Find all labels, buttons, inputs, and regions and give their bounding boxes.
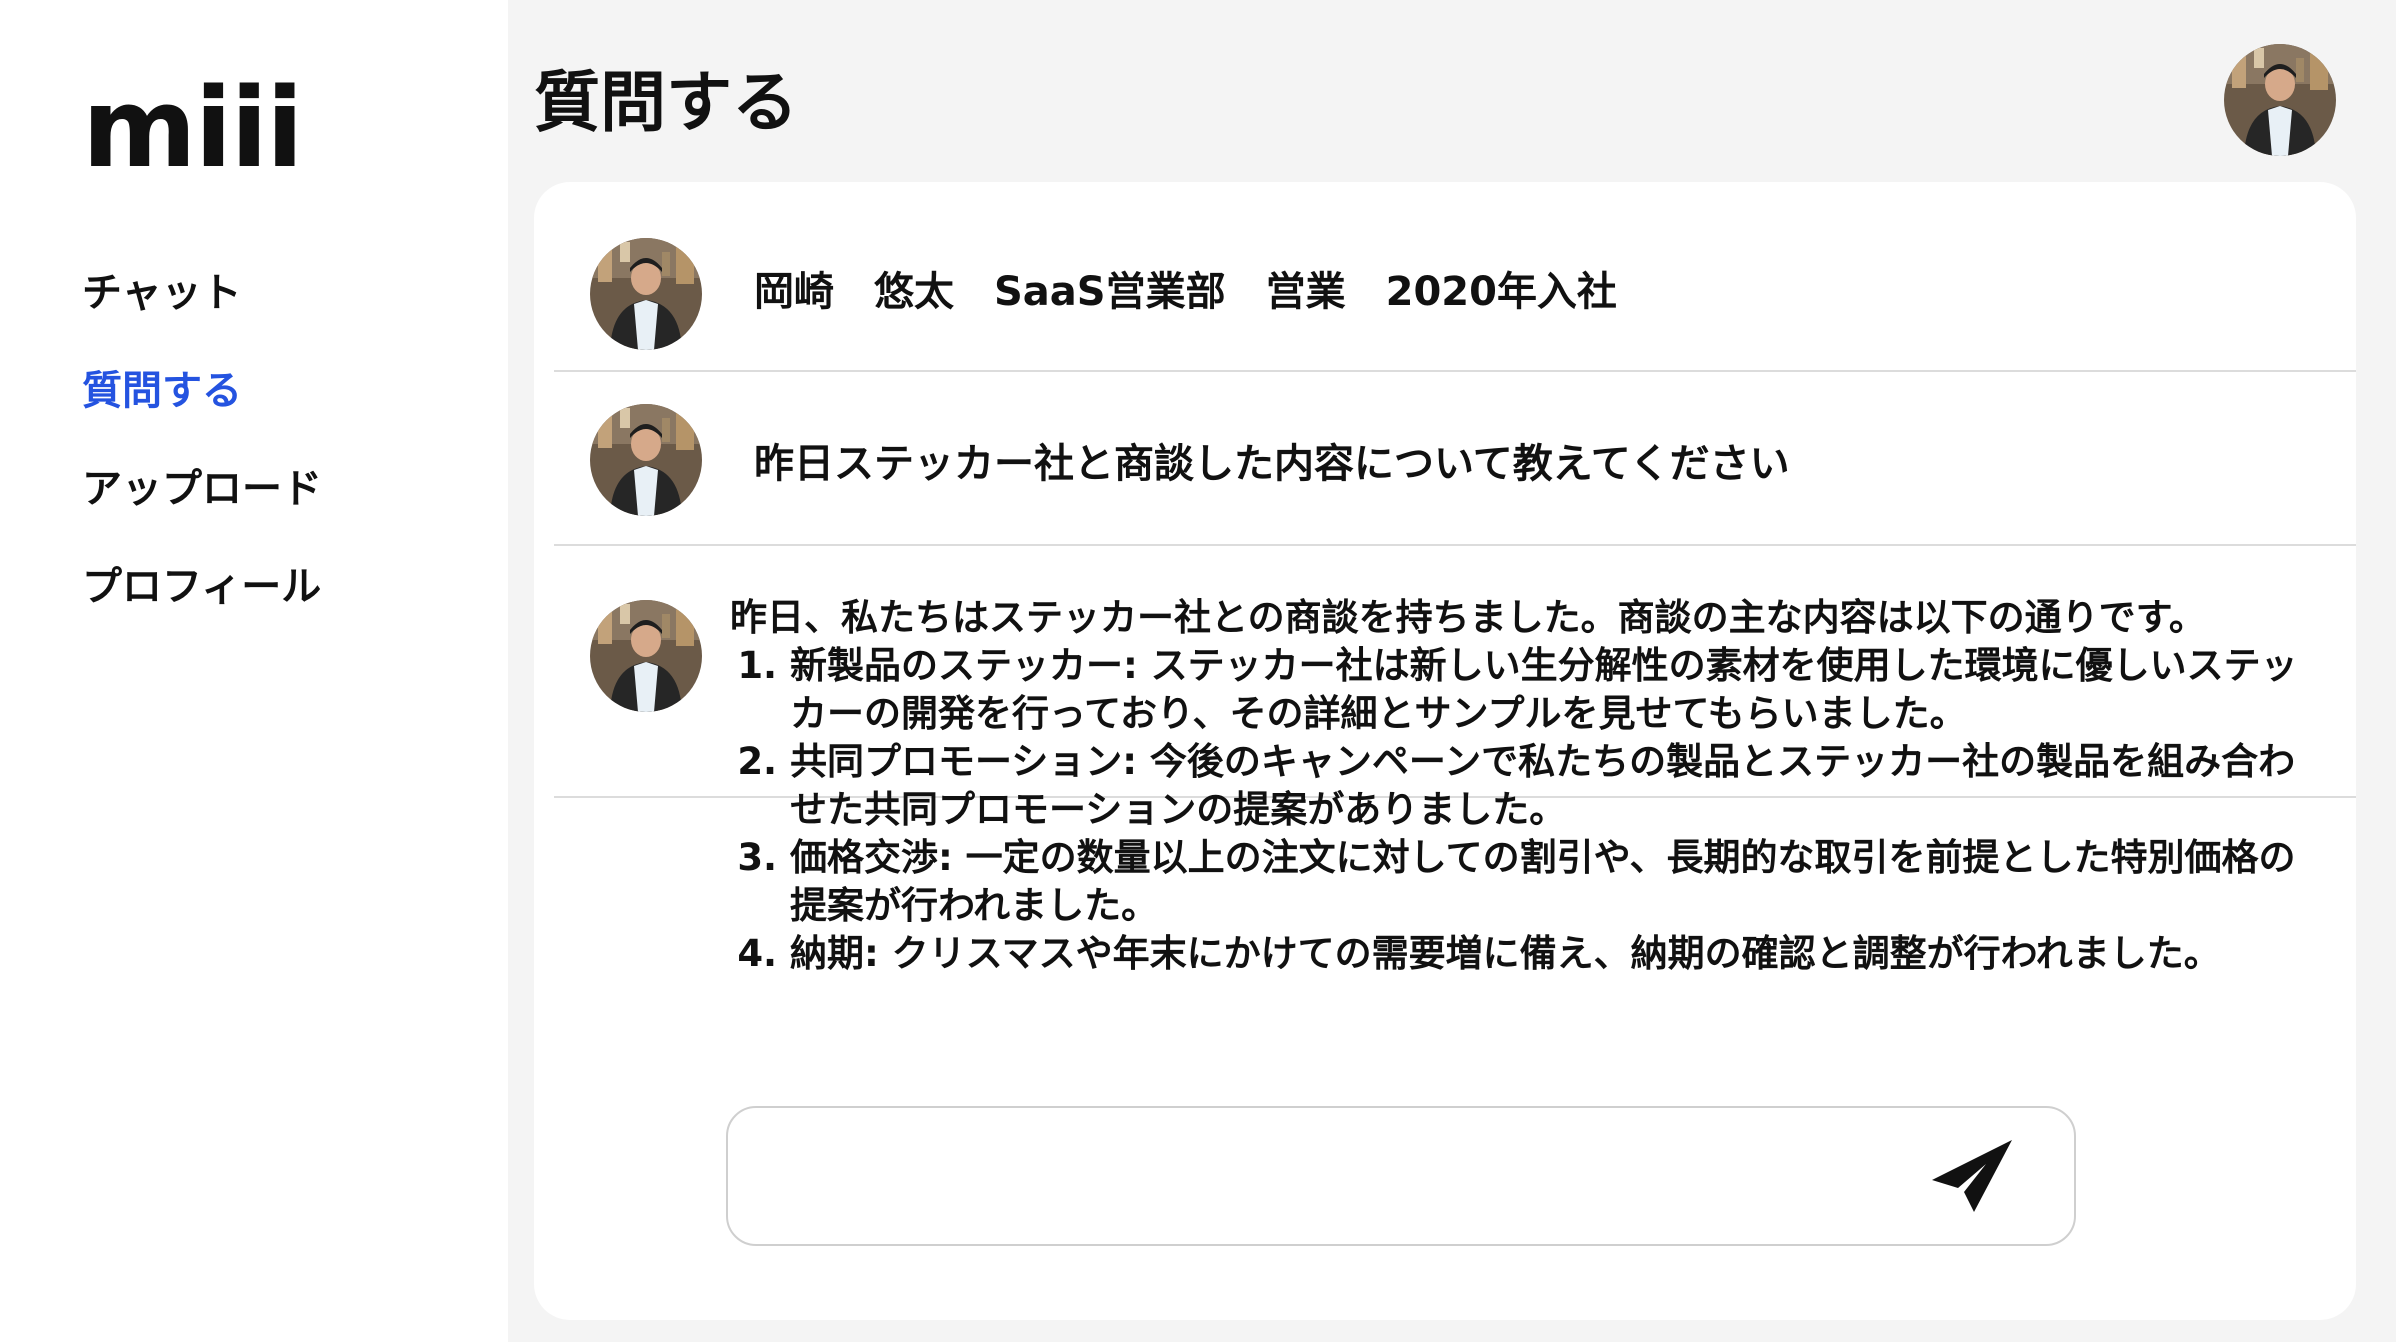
user-avatar[interactable] <box>2224 44 2336 156</box>
divider <box>554 544 2356 546</box>
sidebar-nav: チャット 質問する アップロード プロフィール <box>82 262 322 654</box>
answer-message: 昨日、私たちはステッカー社との商談を持ちました。商談の主な内容は以下の通りです。… <box>730 594 2310 978</box>
send-icon <box>1932 1140 2012 1212</box>
profile-avatar <box>590 238 702 350</box>
profile-info: 岡崎 悠太 SaaS営業部 営業 2020年入社 <box>754 264 1657 320</box>
avatar-photo-icon <box>590 238 702 350</box>
list-item: 共同プロモーション: 今後のキャンペーンで私たちの製品とステッカー社の製品を組み… <box>790 738 2310 834</box>
send-button[interactable] <box>1928 1136 2018 1216</box>
sidebar: miii チャット 質問する アップロード プロフィール <box>0 0 508 1342</box>
sidebar-item-upload[interactable]: アップロード <box>82 458 322 556</box>
answer-intro: 昨日、私たちはステッカー社との商談を持ちました。商談の主な内容は以下の通りです。 <box>730 596 2206 639</box>
question-avatar <box>590 404 702 516</box>
avatar-photo-icon <box>590 404 702 516</box>
app-logo[interactable]: miii <box>82 58 304 198</box>
profile-role: 営業 <box>1265 269 1346 315</box>
sidebar-item-chat[interactable]: チャット <box>82 262 322 360</box>
chat-card: 岡崎 悠太 SaaS営業部 営業 2020年入社 昨日ステッカー社と商談した内容につい… <box>534 182 2356 1320</box>
message-input[interactable] <box>758 1138 1862 1216</box>
sidebar-item-profile[interactable]: プロフィール <box>82 556 322 654</box>
answer-avatar <box>590 600 702 712</box>
message-composer <box>726 1106 2076 1246</box>
avatar-photo-icon <box>2224 44 2336 156</box>
profile-joined: 2020年入社 <box>1385 269 1617 315</box>
question-message: 昨日ステッカー社と商談した内容について教えてください <box>754 441 1790 487</box>
sidebar-item-ask[interactable]: 質問する <box>82 360 322 458</box>
list-item: 新製品のステッカー: ステッカー社は新しい生分解性の素材を使用した環境に優しいス… <box>790 642 2310 738</box>
list-item: 納期: クリスマスや年末にかけての需要増に備え、納期の確認と調整が行われました。 <box>790 930 2310 978</box>
main-content: 質問する 岡崎 悠太 SaaS営業部 営業 2020年入社 昨日ステッカー社と商談した… <box>508 0 2396 1342</box>
divider <box>554 370 2356 372</box>
answer-list: 新製品のステッカー: ステッカー社は新しい生分解性の素材を使用した環境に優しいス… <box>730 642 2310 978</box>
page-title: 質問する <box>534 64 798 141</box>
profile-name: 岡崎 悠太 <box>754 269 954 315</box>
profile-department: SaaS営業部 <box>994 269 1226 315</box>
list-item: 価格交渉: 一定の数量以上の注文に対しての割引や、長期的な取引を前提とした特別価… <box>790 834 2310 930</box>
avatar-photo-icon <box>590 600 702 712</box>
